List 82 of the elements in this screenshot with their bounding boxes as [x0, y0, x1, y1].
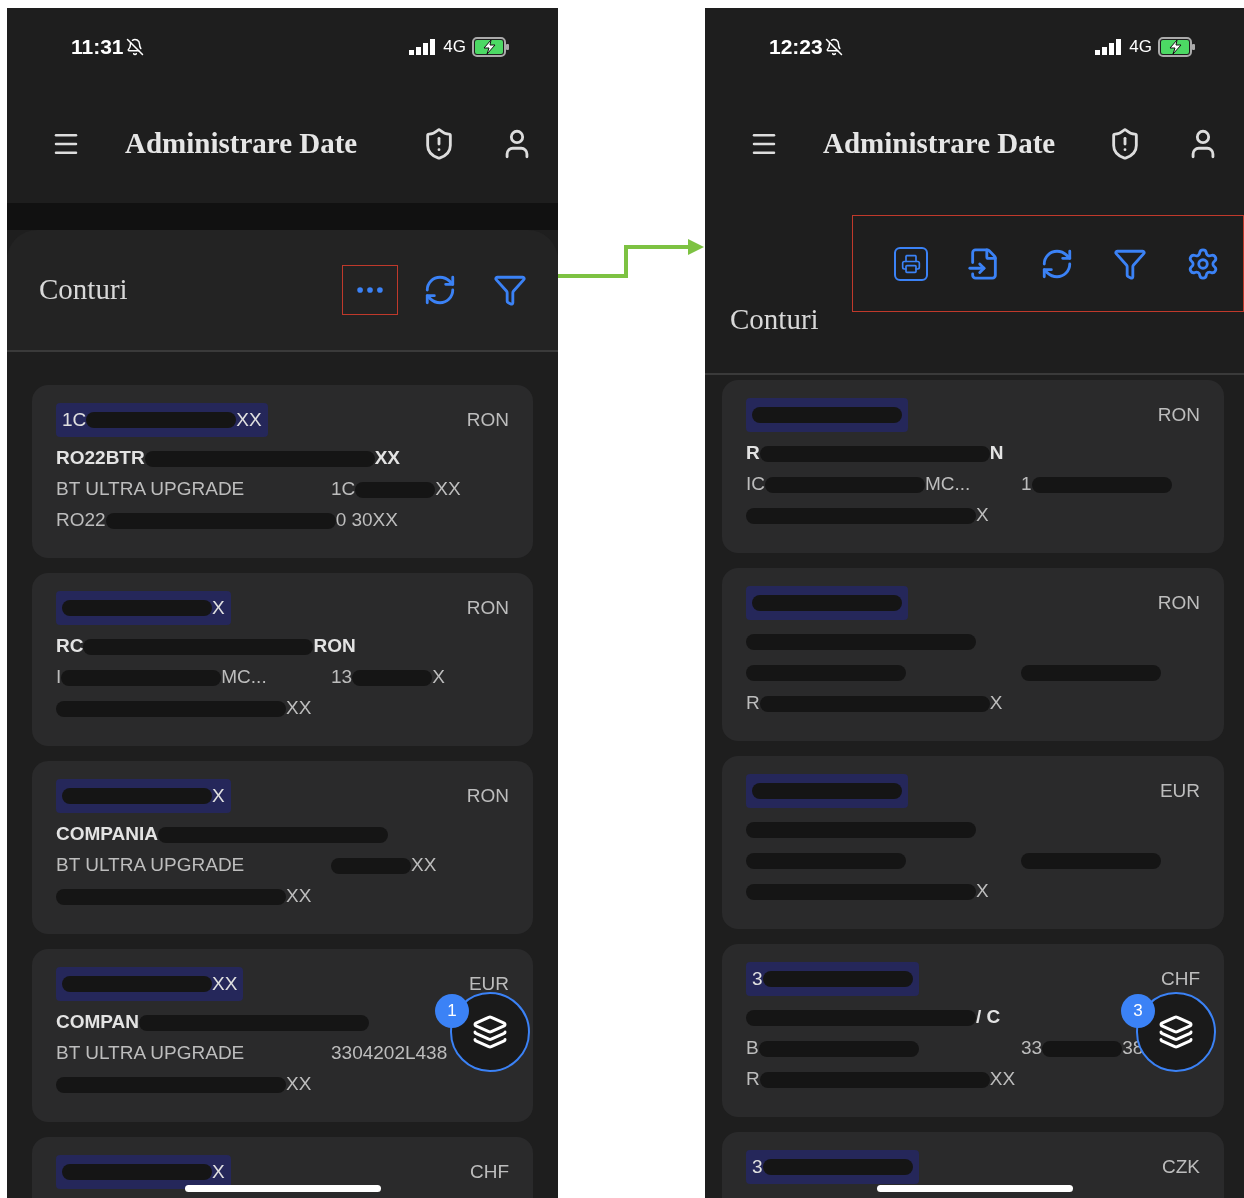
account-text: 1C — [331, 477, 356, 502]
currency-label: RON — [1157, 402, 1200, 427]
account-text: 13 — [331, 665, 353, 690]
account-text: RON — [313, 634, 356, 659]
account-text: XX — [374, 446, 401, 471]
signal-icon — [409, 38, 438, 55]
account-text: RO22BTR — [56, 446, 145, 471]
account-card[interactable]: 3 CZK — [722, 1132, 1224, 1198]
currency-label: CHF — [469, 1159, 509, 1184]
layers-icon — [472, 1014, 508, 1050]
app-title: Administrare Date — [125, 126, 358, 162]
account-text: 0 30XX — [335, 508, 398, 533]
account-card[interactable]: X RON RC RON I MC... 13 X XX — [32, 573, 533, 746]
account-text: IC — [746, 472, 765, 497]
account-text: MC... — [925, 472, 971, 497]
currency-label: EUR — [468, 971, 509, 996]
account-text: R — [746, 1067, 760, 1092]
account-card[interactable]: RON R N IC MC... 1 X — [722, 380, 1224, 553]
account-text: 3304202L438 — [331, 1041, 448, 1066]
layers-icon — [1158, 1014, 1194, 1050]
filter-icon[interactable] — [493, 273, 527, 307]
account-text: 1C — [62, 407, 87, 432]
account-text: X — [212, 595, 225, 620]
bell-off-icon — [125, 37, 144, 56]
settings-icon[interactable] — [1186, 246, 1220, 281]
account-card[interactable]: X CHF — [32, 1137, 533, 1198]
account-card[interactable]: X RON COMPANIA BT ULTRA UPGRADE XX XX — [32, 761, 533, 934]
battery-charging-icon — [472, 36, 510, 57]
account-text: X — [212, 783, 225, 808]
account-card[interactable]: EUR X — [722, 756, 1224, 929]
account-text: R — [746, 441, 760, 466]
account-text: 1 — [1021, 472, 1032, 497]
account-text: XX — [286, 884, 312, 909]
account-card[interactable]: RON R X — [722, 568, 1224, 741]
account-text: X — [989, 691, 1003, 716]
account-text: 33 — [1021, 1036, 1043, 1061]
currency-label: CZK — [1162, 1154, 1200, 1179]
printer-icon[interactable] — [894, 246, 928, 281]
account-text: XX — [212, 971, 238, 996]
account-card[interactable]: 1C XX RON RO22BTR XX BT ULTRA UPGRADE 1C XX RO22 0 30XX — [32, 385, 533, 558]
bell-off-icon — [824, 37, 843, 56]
status-time: 11:31 — [71, 33, 124, 60]
account-text: N — [989, 441, 1004, 466]
account-text: XX — [435, 477, 461, 502]
account-text: MC... — [221, 665, 267, 690]
network-label: 4G — [443, 35, 466, 58]
currency-label: RON — [466, 783, 509, 808]
account-text: 3 — [752, 1154, 763, 1179]
account-text: I — [56, 665, 62, 690]
currency-label: CHF — [1160, 966, 1200, 991]
account-text: BT ULTRA UPGRADE — [56, 477, 245, 502]
account-text: 3 — [752, 966, 763, 991]
account-text: B — [746, 1036, 759, 1061]
account-text: X — [976, 879, 989, 904]
account-text: X — [976, 503, 989, 528]
account-text: R — [746, 691, 760, 716]
status-time: 12:23 — [769, 33, 823, 60]
account-text: RC — [56, 634, 84, 659]
account-text: XX — [236, 407, 262, 432]
section-title: Conturi — [730, 302, 819, 337]
account-text: / C — [976, 1005, 1001, 1030]
app-title: Administrare Date — [823, 126, 1056, 162]
account-text: BT ULTRA UPGRADE — [56, 1041, 245, 1066]
account-text: BT ULTRA UPGRADE — [56, 853, 245, 878]
signal-icon — [1095, 38, 1124, 55]
account-text: XX — [286, 696, 312, 721]
network-label: 4G — [1129, 35, 1152, 58]
section-title: Conturi — [39, 272, 128, 308]
account-text: RO22 — [56, 508, 106, 533]
account-text: XX — [411, 853, 437, 878]
account-text: X — [432, 665, 445, 690]
currency-label: EUR — [1159, 778, 1200, 803]
refresh-icon[interactable] — [423, 273, 457, 307]
account-text: COMPAN — [56, 1010, 140, 1035]
battery-charging-icon — [1158, 36, 1196, 57]
account-text: XX — [286, 1072, 312, 1097]
account-text: XX — [989, 1067, 1016, 1092]
account-text: X — [212, 1159, 225, 1184]
currency-label: RON — [1157, 590, 1200, 615]
account-text: COMPANIA — [56, 822, 159, 847]
currency-label: RON — [466, 407, 509, 432]
currency-label: RON — [466, 595, 509, 620]
